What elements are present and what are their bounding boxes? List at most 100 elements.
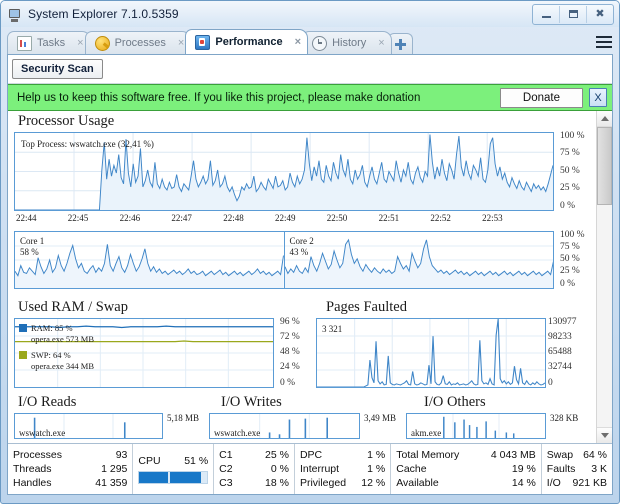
status-key: C2 bbox=[219, 462, 233, 475]
toolbar: Security Scan bbox=[8, 55, 612, 84]
io-writes-chart[interactable]: wswatch.exe bbox=[209, 413, 360, 439]
core1-chart[interactable]: Core 1 58 % bbox=[14, 231, 284, 289]
io-reads-value: 5,18 MB bbox=[167, 413, 200, 423]
status-line: C1 25 % bbox=[219, 448, 289, 462]
status-key: Processes bbox=[13, 448, 63, 461]
swp-legend-detail: opera.exe 344 MB bbox=[31, 361, 95, 372]
used-ram-swap-y-axis: 96 % 72 % 48 % 24 % 0 % bbox=[276, 317, 314, 388]
y-tick: 0 % bbox=[280, 377, 296, 388]
status-value: 4 043 MB bbox=[490, 448, 536, 461]
processor-usage-x-axis: 22:44 22:45 22:46 22:47 22:48 22:49 22:5… bbox=[16, 213, 534, 223]
status-key: Total Memory bbox=[396, 448, 460, 461]
legend-ram: RAM: 85 % bbox=[19, 323, 94, 334]
tab-history[interactable]: History × bbox=[302, 31, 392, 54]
security-scan-button[interactable]: Security Scan bbox=[12, 59, 103, 79]
ram-legend-label: RAM: 85 % bbox=[31, 323, 73, 333]
y-tick: 0 bbox=[548, 377, 553, 388]
pages-faulted-title: Pages Faulted bbox=[326, 299, 407, 315]
status-line: DPC 1 % bbox=[300, 448, 385, 462]
close-button[interactable]: ✖ bbox=[587, 6, 613, 23]
window-controls: ✖ bbox=[532, 3, 614, 25]
status-group-kernel: DPC 1 % Interrupt 1 % Privileged 12 % bbox=[295, 444, 392, 494]
tasks-icon bbox=[17, 35, 32, 51]
used-ram-swap-chart[interactable]: RAM: 85 % opera.exe 573 MB SWP: 64 % ope… bbox=[14, 318, 274, 388]
status-line: Total Memory 4 043 MB bbox=[396, 448, 536, 462]
y-tick: 75 % bbox=[560, 242, 580, 253]
ram-pages-title-row: Used RAM / Swap Pages Faulted bbox=[12, 297, 594, 318]
x-tick: 22:50 bbox=[326, 213, 348, 223]
hamburger-menu-icon[interactable] bbox=[593, 31, 615, 53]
io-reads-process: wswatch.exe bbox=[19, 428, 66, 438]
x-tick: 22:44 bbox=[16, 213, 37, 223]
status-value: 921 KB bbox=[572, 477, 607, 490]
tab-strip: Tasks × Processes × Performance × Histor… bbox=[1, 27, 619, 54]
status-key: DPC bbox=[299, 448, 323, 461]
status-line: CPU 51 % bbox=[138, 454, 208, 468]
y-tick: 130977 bbox=[548, 317, 577, 327]
status-value: 19 % bbox=[511, 462, 536, 475]
tab-close-icon[interactable]: × bbox=[178, 37, 184, 49]
io-reads-wrap: wswatch.exe 5,18 MB bbox=[12, 413, 209, 439]
core2-chart[interactable]: Core 2 43 % bbox=[283, 231, 554, 289]
tab-close-icon[interactable]: × bbox=[378, 37, 384, 49]
status-key: Cache bbox=[396, 462, 427, 475]
status-bar: Processes 93 Threads 1 295 Handles 41 359 C… bbox=[8, 443, 612, 494]
vertical-scrollbar[interactable] bbox=[596, 111, 612, 443]
maximize-button[interactable] bbox=[560, 5, 587, 23]
swp-color-swatch bbox=[19, 350, 27, 359]
y-tick: 50 % bbox=[560, 165, 580, 176]
y-tick: 0 % bbox=[560, 278, 576, 289]
status-line: Handles 41 359 bbox=[13, 476, 127, 490]
minimize-button[interactable] bbox=[533, 5, 560, 23]
tab-close-icon[interactable]: × bbox=[77, 37, 83, 49]
pages-faulted-wrap: 3 321 130977 98233 65488 32744 0 bbox=[314, 317, 594, 390]
x-tick: 22:48 bbox=[223, 213, 244, 223]
y-tick: 100 % bbox=[560, 230, 585, 240]
scroll-up-button[interactable] bbox=[597, 111, 612, 127]
y-tick: 48 % bbox=[280, 347, 300, 358]
banner-close-button[interactable]: X bbox=[589, 88, 607, 107]
tab-processes[interactable]: Processes × bbox=[84, 31, 192, 54]
io-others-wrap: akm.exe 328 KB bbox=[406, 413, 594, 439]
y-tick: 25 % bbox=[560, 266, 580, 277]
pages-faulted-chart[interactable]: 3 321 bbox=[316, 318, 546, 388]
donate-button[interactable]: Donate bbox=[499, 87, 583, 108]
status-key: I/O bbox=[546, 477, 561, 490]
status-value: 41 359 bbox=[95, 477, 128, 490]
io-reads-chart[interactable]: wswatch.exe bbox=[14, 413, 163, 439]
app-icon bbox=[7, 7, 22, 22]
status-line: I/O 921 KB bbox=[547, 476, 607, 490]
y-tick: 0 % bbox=[560, 200, 576, 211]
scrollbar-thumb[interactable] bbox=[597, 127, 612, 205]
scroll-down-button[interactable] bbox=[597, 427, 612, 443]
io-others-chart[interactable]: akm.exe bbox=[406, 413, 546, 439]
tab-performance[interactable]: Performance × bbox=[185, 29, 309, 54]
core2-plot bbox=[284, 238, 554, 288]
status-value: 25 % bbox=[265, 448, 289, 461]
io-others-value: 328 KB bbox=[550, 413, 579, 423]
processor-usage-chart[interactable]: Top Process: wswatch.exe (32,41 %) bbox=[14, 132, 554, 211]
used-ram-swap-wrap: RAM: 85 % opera.exe 573 MB SWP: 64 % ope… bbox=[12, 317, 314, 390]
used-ram-swap-title: Used RAM / Swap bbox=[18, 299, 128, 315]
tab-close-icon[interactable]: × bbox=[295, 36, 301, 48]
status-value: 3 K bbox=[591, 462, 607, 475]
x-tick: 22:47 bbox=[171, 213, 192, 223]
window-title: System Explorer 7.1.0.5359 bbox=[28, 7, 179, 21]
scroll-down-icon bbox=[600, 433, 609, 438]
y-tick: 72 % bbox=[280, 332, 300, 343]
status-value: 64 % bbox=[583, 448, 607, 461]
pages-faulted-y-axis: 130977 98233 65488 32744 0 bbox=[544, 317, 594, 388]
status-key: C3 bbox=[219, 477, 233, 490]
cores-chart-wrap: Core 1 58 % Core 2 43 % 100 % 75 % 50 % … bbox=[12, 230, 594, 293]
processor-usage-title: Processor Usage bbox=[18, 113, 115, 129]
add-tab-icon bbox=[394, 38, 406, 50]
y-tick: 25 % bbox=[560, 183, 580, 194]
tab-tasks[interactable]: Tasks × bbox=[7, 31, 91, 54]
client-area: Security Scan Help us to keep this softw… bbox=[7, 54, 613, 495]
io-titles-row: I/O Reads I/O Writes I/O Others bbox=[12, 392, 594, 413]
y-tick: 96 % bbox=[280, 317, 300, 327]
io-others-title: I/O Others bbox=[424, 394, 486, 410]
scrollbar-track[interactable] bbox=[597, 205, 612, 427]
processor-usage-y-axis: 100 % 75 % 50 % 25 % 0 % bbox=[556, 131, 594, 211]
status-key: Interrupt bbox=[299, 462, 340, 475]
